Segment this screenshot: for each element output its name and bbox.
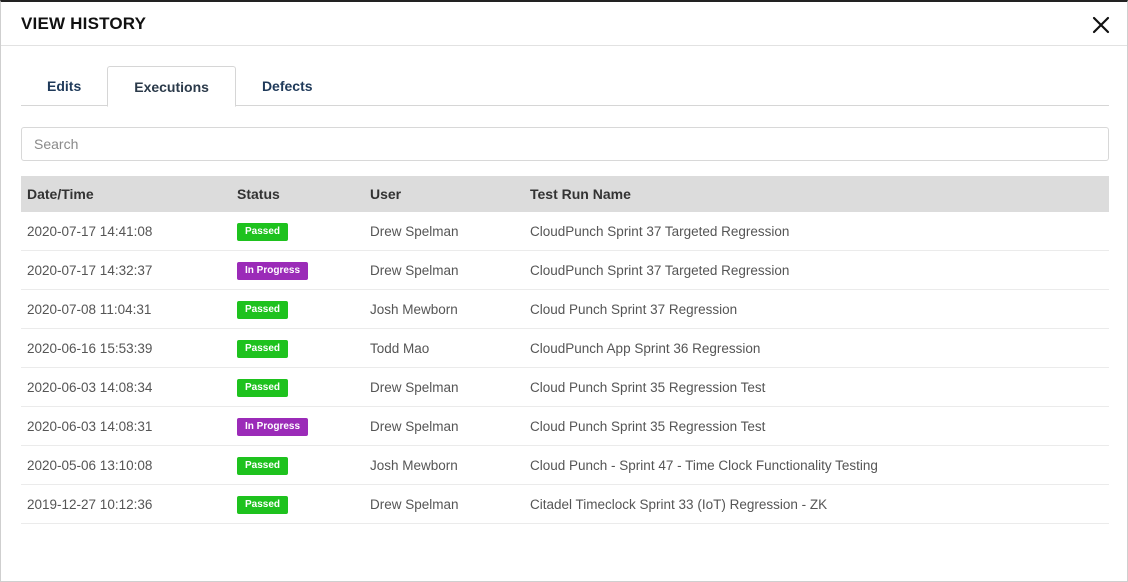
status-badge: Passed	[237, 300, 289, 319]
modal-title: VIEW HISTORY	[21, 14, 147, 33]
tab-executions[interactable]: Executions	[107, 66, 236, 107]
col-header-user[interactable]: User	[370, 186, 530, 202]
status-badge: Passed	[237, 456, 289, 475]
status-badge: In Progress	[237, 261, 309, 280]
modal-header: VIEW HISTORY	[1, 2, 1127, 46]
executions-table: Date/Time Status User Test Run Name 2020…	[21, 176, 1109, 524]
table-row[interactable]: 2019-12-27 10:12:36 Passed Drew Spelman …	[21, 485, 1109, 524]
view-history-modal: VIEW HISTORY Edits Executions Defects Da…	[0, 0, 1128, 582]
table-row[interactable]: 2020-06-16 15:53:39 Passed Todd Mao Clou…	[21, 329, 1109, 368]
tab-defects[interactable]: Defects	[236, 66, 339, 106]
status-badge: Passed	[237, 222, 289, 241]
cell-test-run-name: CloudPunch Sprint 37 Targeted Regression	[530, 262, 790, 278]
close-button[interactable]	[1091, 15, 1111, 35]
status-badge: Passed	[237, 495, 289, 514]
tab-edits[interactable]: Edits	[21, 66, 107, 106]
cell-user: Drew Spelman	[370, 223, 459, 239]
cell-user: Drew Spelman	[370, 418, 459, 434]
table-row[interactable]: 2020-06-03 14:08:31 In Progress Drew Spe…	[21, 407, 1109, 446]
cell-datetime: 2020-07-17 14:32:37	[27, 262, 153, 278]
status-badge: In Progress	[237, 417, 309, 436]
cell-test-run-name: Cloud Punch Sprint 35 Regression Test	[530, 379, 766, 395]
cell-datetime: 2020-07-17 14:41:08	[27, 223, 153, 239]
cell-test-run-name: Cloud Punch Sprint 37 Regression	[530, 301, 738, 317]
cell-user: Josh Mewborn	[370, 457, 458, 473]
cell-datetime: 2020-06-03 14:08:31	[27, 418, 153, 434]
col-header-test-run-name[interactable]: Test Run Name	[530, 186, 1109, 202]
table-row[interactable]: 2020-05-06 13:10:08 Passed Josh Mewborn …	[21, 446, 1109, 485]
status-badge: Passed	[237, 339, 289, 358]
cell-user: Drew Spelman	[370, 496, 459, 512]
search-input[interactable]	[21, 127, 1109, 161]
cell-user: Drew Spelman	[370, 262, 459, 278]
close-icon	[1092, 16, 1110, 34]
table-row[interactable]: 2020-07-08 11:04:31 Passed Josh Mewborn …	[21, 290, 1109, 329]
table-row[interactable]: 2020-06-03 14:08:34 Passed Drew Spelman …	[21, 368, 1109, 407]
cell-datetime: 2020-06-16 15:53:39	[27, 340, 153, 356]
status-badge: Passed	[237, 378, 289, 397]
table-header: Date/Time Status User Test Run Name	[21, 176, 1109, 212]
tab-bar: Edits Executions Defects	[21, 66, 1109, 107]
cell-user: Todd Mao	[370, 340, 430, 356]
cell-datetime: 2020-07-08 11:04:31	[27, 301, 152, 317]
cell-test-run-name: Cloud Punch Sprint 35 Regression Test	[530, 418, 766, 434]
table-row[interactable]: 2020-07-17 14:41:08 Passed Drew Spelman …	[21, 212, 1109, 251]
cell-test-run-name: CloudPunch Sprint 37 Targeted Regression	[530, 223, 790, 239]
cell-datetime: 2020-06-03 14:08:34	[27, 379, 153, 395]
cell-datetime: 2019-12-27 10:12:36	[27, 496, 153, 512]
cell-test-run-name: Cloud Punch - Sprint 47 - Time Clock Fun…	[530, 457, 878, 473]
cell-user: Josh Mewborn	[370, 301, 458, 317]
table-row[interactable]: 2020-07-17 14:32:37 In Progress Drew Spe…	[21, 251, 1109, 290]
cell-test-run-name: Citadel Timeclock Sprint 33 (IoT) Regres…	[530, 496, 828, 512]
cell-datetime: 2020-05-06 13:10:08	[27, 457, 153, 473]
cell-user: Drew Spelman	[370, 379, 459, 395]
col-header-status[interactable]: Status	[237, 186, 370, 202]
cell-test-run-name: CloudPunch App Sprint 36 Regression	[530, 340, 761, 356]
col-header-datetime[interactable]: Date/Time	[21, 186, 237, 202]
